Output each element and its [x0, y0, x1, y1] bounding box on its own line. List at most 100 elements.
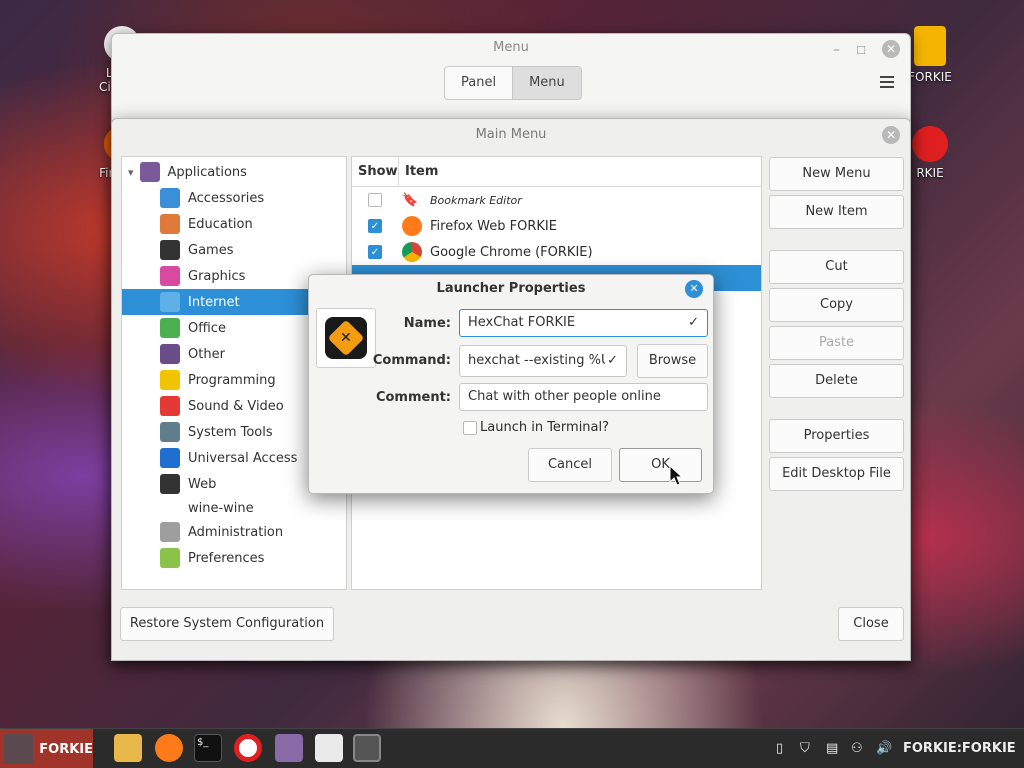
- tree-item-label: Accessories: [188, 190, 265, 206]
- tree-item-applications[interactable]: ▾ Applications: [122, 159, 346, 185]
- opera-icon: [912, 126, 948, 162]
- accessibility-icon: [160, 448, 180, 468]
- close-icon[interactable]: ✕: [882, 40, 900, 58]
- comment-field[interactable]: Chat with other people online: [459, 383, 708, 411]
- menu-button[interactable]: FORKIE: [0, 729, 93, 768]
- notification-icon[interactable]: ▯: [776, 741, 783, 756]
- cut-button[interactable]: Cut: [769, 250, 904, 284]
- network-icon[interactable]: ⚇: [851, 741, 863, 756]
- tree-item-label: Sound & Video: [188, 398, 284, 414]
- close-icon[interactable]: ✕: [685, 280, 703, 298]
- tab-panel[interactable]: Panel: [445, 67, 512, 99]
- tree-item-label: Graphics: [188, 268, 246, 284]
- name-field[interactable]: HexChat FORKIE ✓: [459, 309, 708, 337]
- close-button[interactable]: Close: [838, 607, 904, 641]
- column-item[interactable]: Item: [405, 164, 438, 179]
- notes-icon[interactable]: [315, 734, 343, 762]
- mouse-cursor-icon: [669, 465, 684, 486]
- list-row[interactable]: ✓ Google Chrome (FORKIE): [352, 239, 761, 265]
- tree-item-label: Web: [188, 476, 217, 492]
- terminal-checkbox[interactable]: [463, 421, 477, 435]
- dialog-title: Launcher Properties: [436, 281, 586, 296]
- show-checkbox[interactable]: ✓: [368, 219, 382, 233]
- maximize-icon[interactable]: ☐: [856, 44, 866, 57]
- tree-item-label: Other: [188, 346, 225, 362]
- view-switcher: Panel Menu: [444, 66, 582, 100]
- list-row[interactable]: 🔖 Bookmark Editor: [352, 187, 761, 213]
- tree-item-wine-wine[interactable]: wine-wine: [122, 495, 346, 521]
- tree-item-label: Universal Access: [188, 450, 298, 466]
- update-icon[interactable]: ▤: [826, 741, 838, 756]
- tree-item-label: Applications: [167, 164, 247, 180]
- applications-grid-icon: [139, 162, 160, 182]
- terminal-icon[interactable]: $_: [194, 734, 222, 762]
- edit-desktop-file-button[interactable]: Edit Desktop File: [769, 457, 904, 491]
- check-icon: ✓: [605, 346, 618, 376]
- tree-item-preferences[interactable]: Preferences: [122, 545, 346, 571]
- gear-icon: [160, 422, 180, 442]
- list-header: Show Item: [352, 157, 761, 187]
- menu-editor-icon[interactable]: [353, 734, 381, 762]
- minimize-icon[interactable]: –: [833, 42, 840, 58]
- start-label: FORKIE: [39, 741, 93, 757]
- browse-button[interactable]: Browse: [637, 344, 708, 378]
- column-show[interactable]: Show: [358, 164, 398, 179]
- tree-item-accessories[interactable]: Accessories: [122, 185, 346, 211]
- tree-item-administration[interactable]: Administration: [122, 519, 346, 545]
- firefox-icon[interactable]: [155, 734, 183, 762]
- show-checkbox[interactable]: ✓: [368, 245, 382, 259]
- desktop-icon-label: FORKIE: [908, 70, 952, 84]
- show-checkbox[interactable]: [368, 193, 382, 207]
- ok-button[interactable]: OK: [619, 448, 702, 482]
- comment-label: Comment:: [375, 390, 451, 405]
- opera-icon[interactable]: [234, 734, 262, 762]
- volume-icon[interactable]: 🔊: [876, 741, 892, 756]
- chrome-icon: [402, 242, 422, 262]
- name-label: Name:: [403, 316, 451, 331]
- terminal-label: Launch in Terminal?: [480, 420, 610, 435]
- properties-button[interactable]: Properties: [769, 419, 904, 453]
- other-grid-icon: [160, 344, 180, 364]
- new-menu-button[interactable]: New Menu: [769, 157, 904, 191]
- restore-system-configuration-button[interactable]: Restore System Configuration: [120, 607, 334, 641]
- delete-button[interactable]: Delete: [769, 364, 904, 398]
- tree-item-education[interactable]: Education: [122, 211, 346, 237]
- play-icon: [160, 396, 180, 416]
- close-icon[interactable]: ✕: [882, 126, 900, 144]
- gamepad-icon: [160, 240, 180, 260]
- copy-button[interactable]: Copy: [769, 288, 904, 322]
- window-title: Menu: [493, 40, 529, 55]
- tree-item-label: Preferences: [188, 550, 265, 566]
- check-icon: ✓: [688, 315, 699, 330]
- tree-item-label: Games: [188, 242, 234, 258]
- window-title: Main Menu: [475, 127, 547, 142]
- item-label: Google Chrome (FORKIE): [430, 244, 593, 260]
- list-row[interactable]: ✓ Firefox Web FORKIE: [352, 213, 761, 239]
- firefox-icon: [402, 216, 422, 236]
- tree-item-label: Internet: [188, 294, 240, 310]
- new-item-button[interactable]: New Item: [769, 195, 904, 229]
- folder-icon: [914, 26, 946, 66]
- shield-icon[interactable]: ⛉: [800, 741, 810, 756]
- scissors-icon: [160, 188, 180, 208]
- hamburger-menu-icon[interactable]: [880, 76, 894, 88]
- taskbar: FORKIE $_ ▯ ⛉ ▤ ⚇ 🔊 FORKIE:FORKIE: [0, 728, 1024, 768]
- paste-button[interactable]: Paste: [769, 326, 904, 360]
- tab-menu[interactable]: Menu: [512, 67, 581, 99]
- start-menu-icon: [4, 734, 34, 764]
- files-icon[interactable]: [114, 734, 142, 762]
- tree-item-label: wine-wine: [188, 500, 254, 516]
- item-label: Bookmark Editor: [430, 193, 522, 207]
- tree-item-games[interactable]: Games: [122, 237, 346, 263]
- tree-item-label: Administration: [188, 524, 284, 540]
- bookmark-icon: 🔖: [402, 192, 419, 208]
- command-field[interactable]: hexchat --existing %U ✓: [459, 345, 627, 377]
- cancel-button[interactable]: Cancel: [528, 448, 612, 482]
- expander-arrow-icon[interactable]: ▾: [128, 166, 134, 179]
- tree-item-label: System Tools: [188, 424, 273, 440]
- apps-grid-icon[interactable]: [275, 734, 303, 762]
- tree-item-label: Office: [188, 320, 226, 336]
- desktop-icon-label: RKIE: [916, 166, 944, 180]
- cloud-icon: [160, 292, 180, 312]
- launcher-properties-dialog: Launcher Properties ✕ ✕ Name: HexChat FO…: [308, 274, 714, 494]
